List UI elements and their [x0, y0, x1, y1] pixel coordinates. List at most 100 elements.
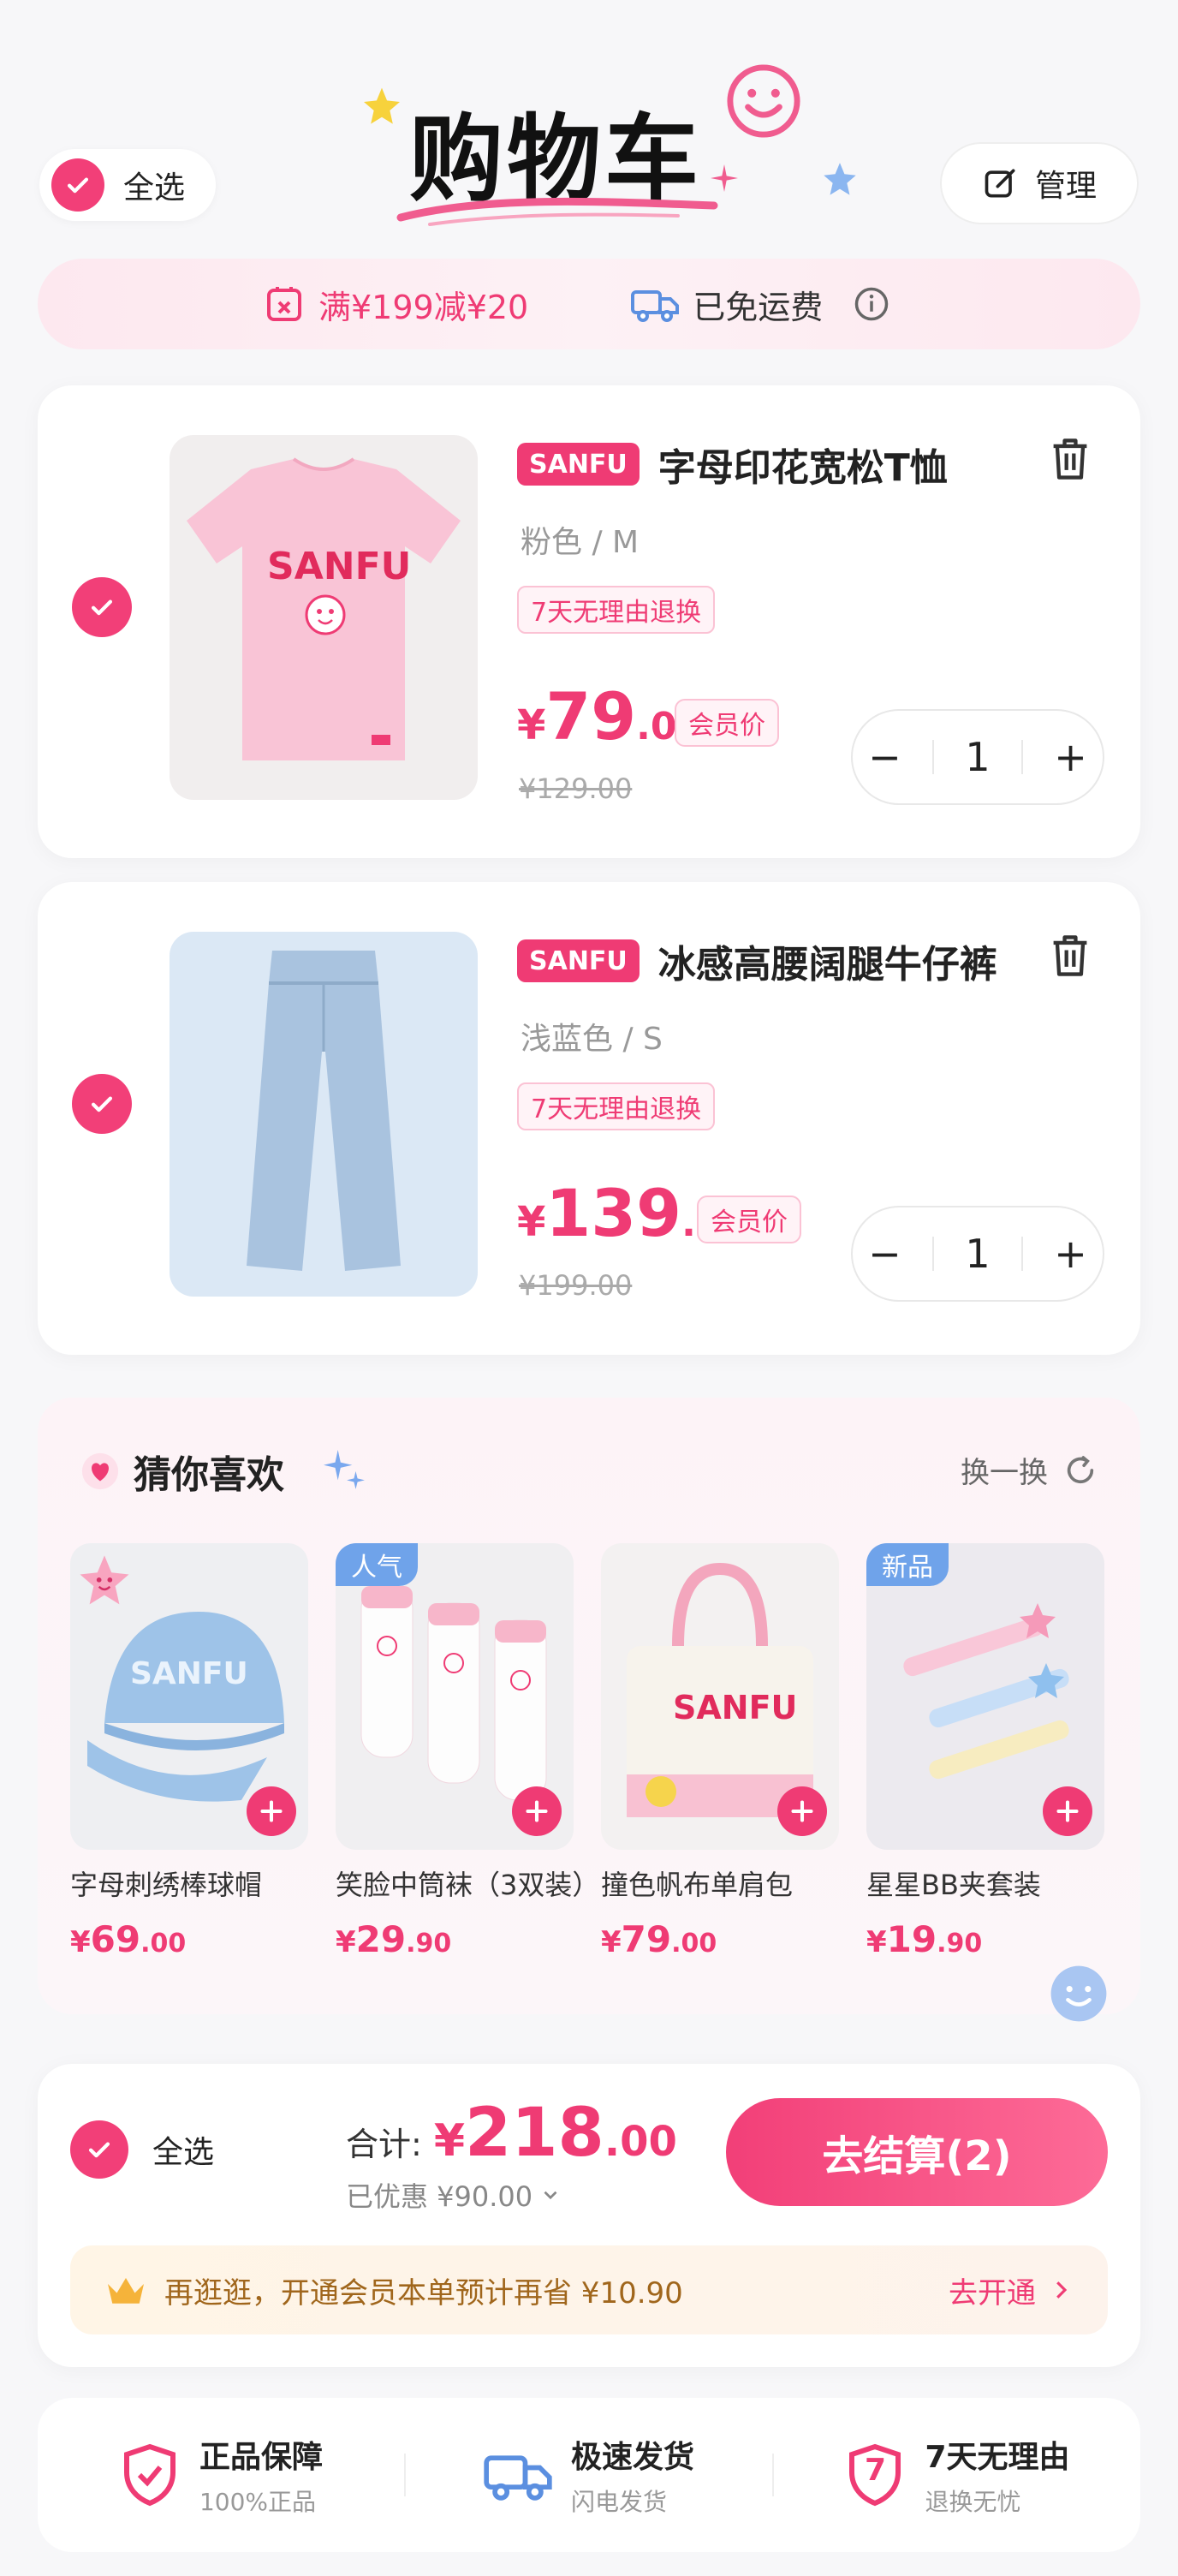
promo-bar: 满¥199减¥20 已免运费	[38, 259, 1140, 349]
add-to-cart-button[interactable]	[512, 1786, 562, 1836]
bag-print-text: SANFU	[673, 1689, 798, 1726]
heart-icon	[81, 1452, 119, 1490]
recommend-item[interactable]: SANFU 字母刺绣棒球帽 ¥69.00	[70, 1543, 308, 1960]
edit-icon	[985, 169, 1015, 198]
info-icon[interactable]	[854, 286, 889, 322]
refresh-label: 换一换	[961, 1456, 1048, 1490]
return-tag: 7天无理由退换	[517, 586, 716, 634]
product-image-tshirt[interactable]: SANFU	[170, 435, 478, 800]
guarantee-bar: 正品保障 100%正品 极速发货 闪电发货 7 7天无理由 退换无忧	[38, 2398, 1140, 2552]
crown-icon	[108, 2278, 144, 2304]
price-integer: 79	[545, 678, 637, 754]
truck-icon	[484, 2455, 552, 2501]
manage-label: 管理	[1034, 169, 1097, 204]
vip-banner[interactable]: 再逛逛，开通会员本单预计再省 ¥10.90 去开通	[70, 2245, 1108, 2334]
blue-star-icon	[824, 163, 856, 195]
guarantee-subtitle: 退换无忧	[925, 2488, 1021, 2516]
add-to-cart-button[interactable]	[777, 1786, 827, 1836]
guarantee-subtitle: 100%正品	[199, 2488, 317, 2516]
price-symbol: ¥	[517, 1198, 546, 1246]
item-check[interactable]	[72, 1074, 132, 1134]
assistant-smiley-icon[interactable]	[1048, 1963, 1110, 2024]
product-image-cap: SANFU	[70, 1543, 308, 1850]
pink-star-icon	[80, 1555, 129, 1605]
total-integer: 218	[465, 2095, 604, 2172]
product-image-bag: SANFU	[601, 1543, 839, 1850]
savings-detail[interactable]: 已优惠 ¥90.00	[346, 2175, 562, 2215]
guarantee-item: 7 7天无理由 退换无忧	[774, 2432, 1140, 2518]
shield-number: 7	[864, 2453, 886, 2488]
new-badge: 新品	[866, 1543, 949, 1586]
total-label: 合计:	[346, 2126, 422, 2163]
product-image-clips: 新品	[866, 1543, 1104, 1850]
minus-button[interactable]: −	[868, 734, 901, 780]
tshirt-print-text: SANFU	[267, 545, 412, 588]
star-icon	[364, 87, 400, 124]
member-price-tag: 会员价	[697, 1196, 801, 1243]
guarantee-item: 正品保障 100%正品	[38, 2432, 404, 2518]
add-to-cart-button[interactable]	[1043, 1786, 1092, 1836]
guarantee-title: 7天无理由	[925, 2440, 1070, 2475]
recommend-item[interactable]: SANFU 撞色帆布单肩包 ¥79.00	[601, 1543, 839, 1960]
recommend-name: 笑脸中筒袜（3双装）	[336, 1869, 600, 1901]
recommend-name: 星星BB夹套装	[866, 1869, 1041, 1901]
add-to-cart-button[interactable]	[247, 1786, 296, 1836]
chevron-down-icon	[544, 2191, 557, 2200]
manage-button[interactable]: 管理	[940, 142, 1139, 224]
total-symbol: ¥	[433, 2115, 465, 2167]
recommend-price: ¥19.90	[866, 1918, 983, 1960]
refresh-icon	[1067, 1455, 1094, 1483]
quantity-stepper: − 1 +	[851, 1206, 1104, 1302]
product-image-jeans[interactable]	[170, 932, 478, 1297]
recommend-price: ¥69.00	[70, 1918, 187, 1960]
sparkle-icon	[711, 164, 738, 192]
return-tag: 7天无理由退换	[517, 1082, 716, 1130]
cart-item: SANFU SANFU 字母印花宽松T恤 粉色 / M 7天无理由退换 ¥ 79…	[38, 385, 1140, 858]
brand-badge: SANFU	[517, 443, 640, 486]
plus-button[interactable]: +	[1054, 1231, 1087, 1277]
recommend-name: 撞色帆布单肩包	[601, 1869, 794, 1901]
savings-text: 已优惠 ¥90.00	[346, 2180, 533, 2213]
plus-button[interactable]: +	[1054, 734, 1087, 780]
select-all-top[interactable]: 全选	[39, 149, 216, 221]
select-all-label: 全选	[123, 170, 186, 206]
title-underline	[396, 197, 718, 226]
total-decimal: .00	[604, 2118, 677, 2166]
truck-icon	[631, 290, 680, 322]
checkout-button[interactable]: 去结算(2)	[726, 2098, 1108, 2206]
total-price: 合计: ¥ 218 .00	[346, 2095, 677, 2172]
recommend-item[interactable]: 人气 笑脸中筒袜（3双装） ¥29.90	[336, 1543, 600, 1960]
recommend-title: 猜你喜欢	[134, 1453, 284, 1497]
quantity-stepper: − 1 +	[851, 709, 1104, 805]
quantity-value[interactable]: 1	[965, 734, 990, 780]
quantity-value[interactable]: 1	[965, 1231, 990, 1277]
variant-selector[interactable]: 粉色 / M	[521, 517, 639, 562]
trash-icon[interactable]	[1048, 932, 1092, 980]
price-integer: 139	[545, 1175, 682, 1251]
recommend-section: 猜你喜欢 换一换 SANFU 字母刺绣棒球帽 ¥69.00 人气 笑脸中筒袜（3…	[38, 1398, 1140, 2022]
guarantee-title: 正品保障	[199, 2440, 323, 2475]
shield-check-icon	[123, 2443, 176, 2507]
member-price-tag: 会员价	[675, 699, 779, 747]
item-check[interactable]	[72, 577, 132, 637]
recommend-item[interactable]: 新品 星星BB夹套装 ¥19.90	[866, 1543, 1104, 1960]
trash-icon[interactable]	[1048, 435, 1092, 483]
product-name[interactable]: 字母印花宽松T恤	[658, 437, 948, 492]
refresh-button[interactable]: 换一换	[961, 1449, 1098, 1491]
guarantee-item: 极速发货 闪电发货	[406, 2432, 772, 2518]
recommend-name: 字母刺绣棒球帽	[70, 1869, 263, 1901]
minus-button[interactable]: −	[868, 1231, 901, 1277]
popular-badge: 人气	[336, 1543, 418, 1586]
check-icon	[51, 158, 104, 212]
original-price: ¥199.00	[519, 1269, 633, 1302]
product-name[interactable]: 冰感高腰阔腿牛仔裤	[658, 933, 997, 988]
guarantee-title: 极速发货	[570, 2440, 694, 2475]
variant-selector[interactable]: 浅蓝色 / S	[521, 1014, 663, 1058]
cap-print-text: SANFU	[130, 1656, 248, 1691]
discount-text: 满¥199减¥20	[318, 288, 529, 326]
brand-badge: SANFU	[517, 939, 640, 982]
guarantee-subtitle: 闪电发货	[570, 2488, 667, 2516]
shipping-text: 已免运费	[693, 288, 824, 326]
select-all-bottom[interactable]: 全选	[70, 2120, 214, 2179]
check-icon	[70, 2120, 128, 2179]
